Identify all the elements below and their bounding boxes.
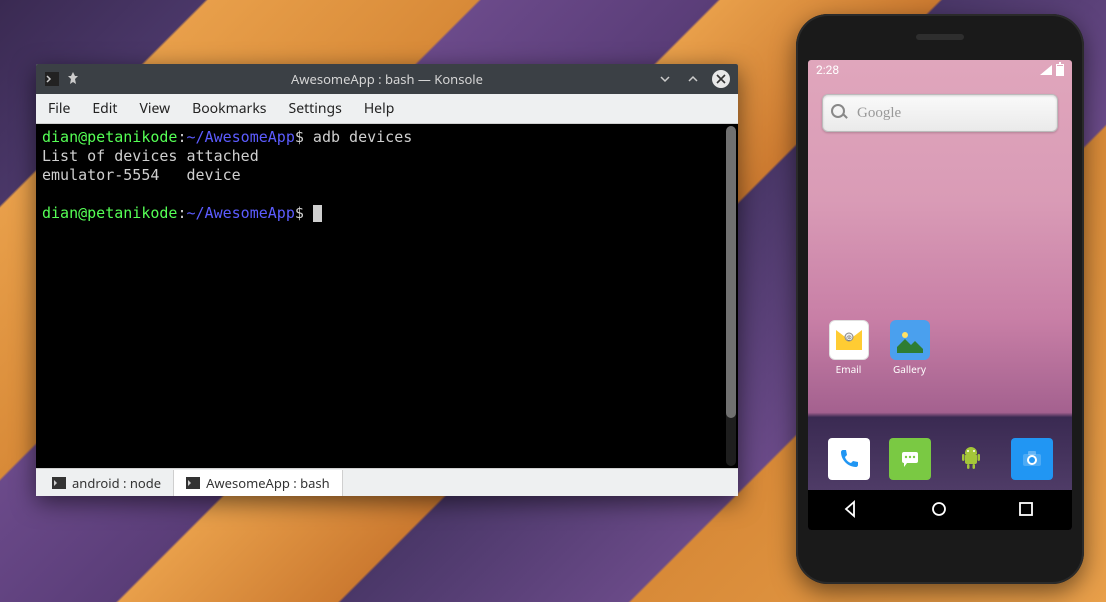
svg-text:@: @ bbox=[846, 334, 852, 342]
home-apps: @ Email Gallery bbox=[808, 320, 1072, 376]
prompt-dollar-2: $ bbox=[295, 204, 304, 222]
output-line-1: List of devices attached bbox=[42, 147, 259, 165]
search-icon bbox=[831, 104, 849, 122]
output-line-2: emulator-5554 device bbox=[42, 166, 241, 184]
maximize-button[interactable] bbox=[684, 70, 702, 88]
window-title: AwesomeApp : bash — Konsole bbox=[36, 70, 738, 88]
app-email[interactable]: @ Email bbox=[829, 320, 869, 376]
tab-android-node[interactable]: android : node bbox=[40, 470, 174, 496]
signal-icon bbox=[1040, 65, 1052, 75]
prompt-user: dian bbox=[42, 128, 78, 146]
menu-edit[interactable]: Edit bbox=[92, 99, 117, 118]
pin-icon[interactable] bbox=[66, 71, 82, 87]
status-bar: 2:28 bbox=[808, 60, 1072, 80]
prompt-at-2: @ bbox=[78, 204, 87, 222]
status-icons bbox=[1040, 64, 1064, 76]
android-emulator: 2:28 Google @ Email Gallery bbox=[796, 14, 1084, 584]
prompt-host: petanikode bbox=[87, 128, 177, 146]
terminal-icon bbox=[52, 477, 66, 489]
google-search-widget[interactable]: Google bbox=[822, 94, 1058, 132]
menu-bookmarks[interactable]: Bookmarks bbox=[192, 99, 266, 118]
prompt-dollar: $ bbox=[295, 128, 304, 146]
app-messages[interactable] bbox=[889, 438, 931, 480]
terminal-icon bbox=[186, 477, 200, 489]
tab-bar: android : node AwesomeApp : bash bbox=[36, 468, 738, 496]
search-placeholder: Google bbox=[857, 105, 901, 122]
command-text: adb devices bbox=[304, 128, 412, 146]
nav-recents-button[interactable] bbox=[1018, 500, 1038, 520]
prompt-path: ~/AwesomeApp bbox=[187, 128, 295, 146]
dock bbox=[808, 432, 1072, 490]
tab-label: android : node bbox=[72, 474, 161, 492]
app-label: Gallery bbox=[893, 362, 926, 376]
prompt-colon: : bbox=[177, 128, 186, 146]
app-label: Email bbox=[836, 362, 862, 376]
email-icon: @ bbox=[829, 320, 869, 360]
battery-icon bbox=[1056, 64, 1064, 76]
close-button[interactable] bbox=[712, 70, 730, 88]
menubar: File Edit View Bookmarks Settings Help bbox=[36, 94, 738, 124]
prompt-user-2: dian bbox=[42, 204, 78, 222]
nav-back-button[interactable] bbox=[842, 500, 862, 520]
tab-label: AwesomeApp : bash bbox=[206, 474, 330, 492]
app-icon bbox=[44, 71, 60, 87]
app-phone[interactable] bbox=[828, 438, 870, 480]
menu-file[interactable]: File bbox=[48, 99, 70, 118]
nav-home-button[interactable] bbox=[930, 500, 950, 520]
prompt-at: @ bbox=[78, 128, 87, 146]
konsole-window: AwesomeApp : bash — Konsole File Edit Vi… bbox=[36, 64, 738, 496]
nav-bar bbox=[808, 490, 1072, 530]
menu-view[interactable]: View bbox=[139, 99, 170, 118]
app-gallery[interactable]: Gallery bbox=[890, 320, 930, 376]
cursor bbox=[313, 205, 322, 222]
app-camera[interactable] bbox=[1011, 438, 1053, 480]
prompt-path-2: ~/AwesomeApp bbox=[187, 204, 295, 222]
phone-screen[interactable]: 2:28 Google @ Email Gallery bbox=[808, 60, 1072, 530]
minimize-button[interactable] bbox=[656, 70, 674, 88]
titlebar[interactable]: AwesomeApp : bash — Konsole bbox=[36, 64, 738, 94]
window-controls bbox=[656, 70, 730, 88]
prompt-colon-2: : bbox=[177, 204, 186, 222]
tab-awesomeapp-bash[interactable]: AwesomeApp : bash bbox=[174, 470, 343, 496]
app-android[interactable] bbox=[950, 438, 992, 480]
terminal-area[interactable]: dian@petanikode:~/AwesomeApp$ adb device… bbox=[36, 124, 738, 468]
status-time: 2:28 bbox=[816, 63, 839, 77]
menu-settings[interactable]: Settings bbox=[289, 99, 342, 118]
gallery-icon bbox=[890, 320, 930, 360]
menu-help[interactable]: Help bbox=[364, 99, 395, 118]
terminal-scrollbar[interactable] bbox=[726, 126, 736, 466]
prompt-host-2: petanikode bbox=[87, 204, 177, 222]
phone-speaker bbox=[916, 34, 964, 40]
